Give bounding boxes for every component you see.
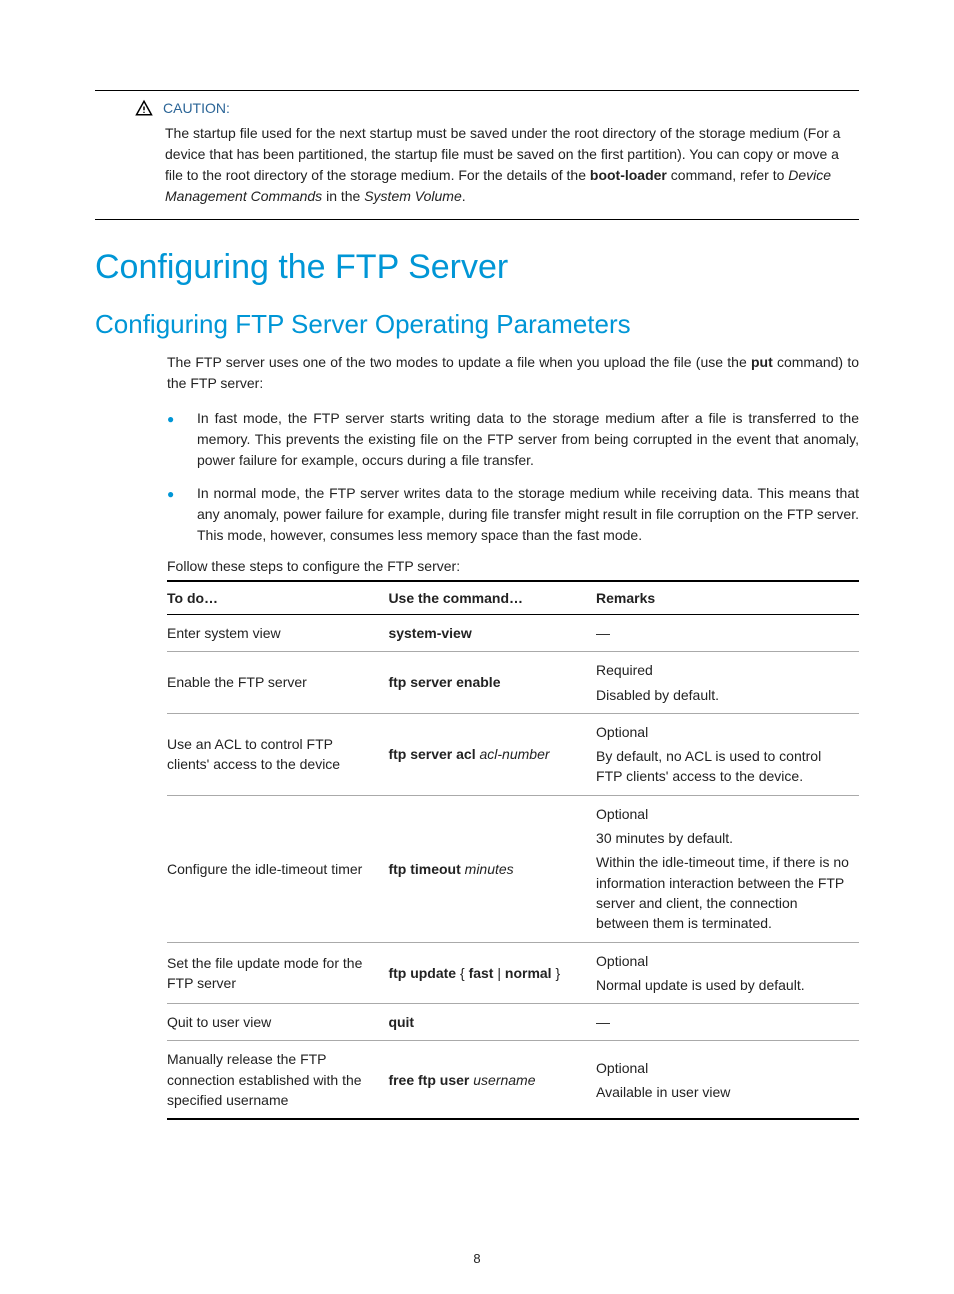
cell-command: ftp server acl acl-number: [388, 713, 596, 795]
table-header-command: Use the command…: [388, 581, 596, 615]
follow-paragraph: Follow these steps to configure the FTP …: [167, 558, 859, 574]
page-number: 8: [0, 1251, 954, 1266]
cell-command: system-view: [388, 615, 596, 652]
caution-italic2: System Volume: [364, 188, 462, 204]
caution-label: CAUTION:: [163, 100, 230, 116]
bullet-text: In fast mode, the FTP server starts writ…: [197, 408, 859, 471]
caution-box: CAUTION: The startup file used for the n…: [95, 90, 859, 220]
caution-triangle-icon: [135, 99, 153, 117]
cell-command: free ftp user username: [388, 1041, 596, 1119]
cell-remarks: OptionalAvailable in user view: [596, 1041, 859, 1119]
caution-text: The startup file used for the next start…: [165, 123, 859, 207]
cell-remarks: RequiredDisabled by default.: [596, 652, 859, 714]
list-item: ● In fast mode, the FTP server starts wr…: [167, 408, 859, 471]
cell-todo: Use an ACL to control FTP clients' acces…: [167, 713, 388, 795]
cell-todo: Enable the FTP server: [167, 652, 388, 714]
intro-prefix: The FTP server uses one of the two modes…: [167, 354, 751, 370]
cell-todo: Set the file update mode for the FTP ser…: [167, 942, 388, 1004]
table-row: Enable the FTP server ftp server enable …: [167, 652, 859, 714]
intro-paragraph: The FTP server uses one of the two modes…: [167, 352, 859, 394]
cell-todo: Configure the idle-timeout timer: [167, 795, 388, 942]
command-table: To do… Use the command… Remarks Enter sy…: [167, 580, 859, 1120]
page-title: Configuring the FTP Server: [95, 248, 859, 287]
caution-text-end: .: [462, 188, 466, 204]
table-row: Enter system view system-view —: [167, 615, 859, 652]
section-title: Configuring FTP Server Operating Paramet…: [95, 309, 859, 340]
bullet-icon: ●: [167, 408, 197, 471]
cell-todo: Manually release the FTP connection esta…: [167, 1041, 388, 1119]
cell-remarks: Optional30 minutes by default.Within the…: [596, 795, 859, 942]
bullet-icon: ●: [167, 483, 197, 546]
cell-command: ftp server enable: [388, 652, 596, 714]
cell-command: ftp update { fast | normal }: [388, 942, 596, 1004]
cell-remarks: —: [596, 615, 859, 652]
table-row: Quit to user view quit —: [167, 1004, 859, 1041]
cell-remarks: OptionalBy default, no ACL is used to co…: [596, 713, 859, 795]
table-row: Configure the idle-timeout timer ftp tim…: [167, 795, 859, 942]
cell-command: quit: [388, 1004, 596, 1041]
cell-todo: Enter system view: [167, 615, 388, 652]
cell-todo: Quit to user view: [167, 1004, 388, 1041]
table-row: Set the file update mode for the FTP ser…: [167, 942, 859, 1004]
cell-command: ftp timeout minutes: [388, 795, 596, 942]
intro-bold: put: [751, 354, 773, 370]
table-header-remarks: Remarks: [596, 581, 859, 615]
caution-text-in: in the: [322, 188, 364, 204]
table-row: Use an ACL to control FTP clients' acces…: [167, 713, 859, 795]
table-header-todo: To do…: [167, 581, 388, 615]
caution-text-mid: command, refer to: [667, 167, 788, 183]
cell-remarks: OptionalNormal update is used by default…: [596, 942, 859, 1004]
bullet-text: In normal mode, the FTP server writes da…: [197, 483, 859, 546]
caution-bold-cmd: boot-loader: [590, 167, 667, 183]
table-row: Manually release the FTP connection esta…: [167, 1041, 859, 1119]
list-item: ● In normal mode, the FTP server writes …: [167, 483, 859, 546]
cell-remarks: —: [596, 1004, 859, 1041]
